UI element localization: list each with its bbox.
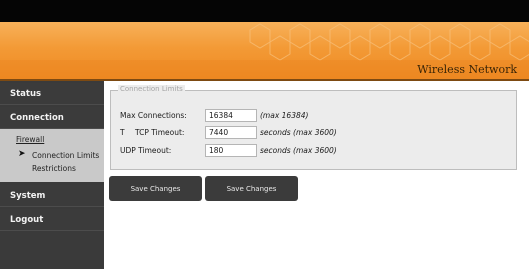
- sidebar-item-connection[interactable]: Connection: [0, 107, 104, 129]
- tcp-timeout-hint: seconds (max 3600): [260, 128, 337, 137]
- sidebar-item-label: Connection: [10, 112, 64, 123]
- save-changes-label: Save Changes: [130, 184, 181, 193]
- brand-title: Wireless Network: [417, 63, 517, 76]
- tcp-timeout-value: 7440: [209, 128, 229, 137]
- sidebar-item-logout[interactable]: Logout: [0, 209, 104, 231]
- sidebar-item-label: System: [10, 190, 46, 201]
- header-banner: Wireless Network: [0, 22, 529, 79]
- save-changes-button-2[interactable]: Save Changes: [205, 176, 298, 201]
- max-connections-hint: (max 16384): [260, 111, 309, 120]
- sidebar-item-status[interactable]: Status: [0, 83, 104, 105]
- tcp-timeout-label: TCP Timeout:: [135, 128, 185, 137]
- save-changes-label: Save Changes: [226, 184, 277, 193]
- sidebar-item-system[interactable]: System: [0, 185, 104, 207]
- tcp-timeout-input[interactable]: 7440: [205, 126, 257, 139]
- sidebar-subitem-connection-limits[interactable]: Connection Limits: [32, 151, 99, 160]
- tcp-prefix-label: T: [120, 128, 125, 137]
- top-black-bar: [0, 0, 529, 22]
- max-connections-input[interactable]: 16384: [205, 109, 257, 122]
- sidebar-subitem-restrictions[interactable]: Restrictions: [32, 164, 76, 173]
- udp-timeout-value: 180: [209, 146, 224, 155]
- save-changes-button[interactable]: Save Changes: [109, 176, 202, 201]
- section-title: Connection Limits: [118, 85, 185, 93]
- sidebar-item-label: Status: [10, 88, 42, 99]
- max-connections-label: Max Connections:: [120, 111, 187, 120]
- sidebar-item-label: Logout: [10, 214, 44, 225]
- sidebar-subitem-firewall[interactable]: Firewall: [16, 135, 44, 144]
- max-connections-value: 16384: [209, 111, 233, 120]
- arrow-right-icon: ➤: [18, 149, 26, 159]
- udp-timeout-input[interactable]: 180: [205, 144, 257, 157]
- udp-timeout-hint: seconds (max 3600): [260, 146, 337, 155]
- udp-timeout-label: UDP Timeout:: [120, 146, 172, 155]
